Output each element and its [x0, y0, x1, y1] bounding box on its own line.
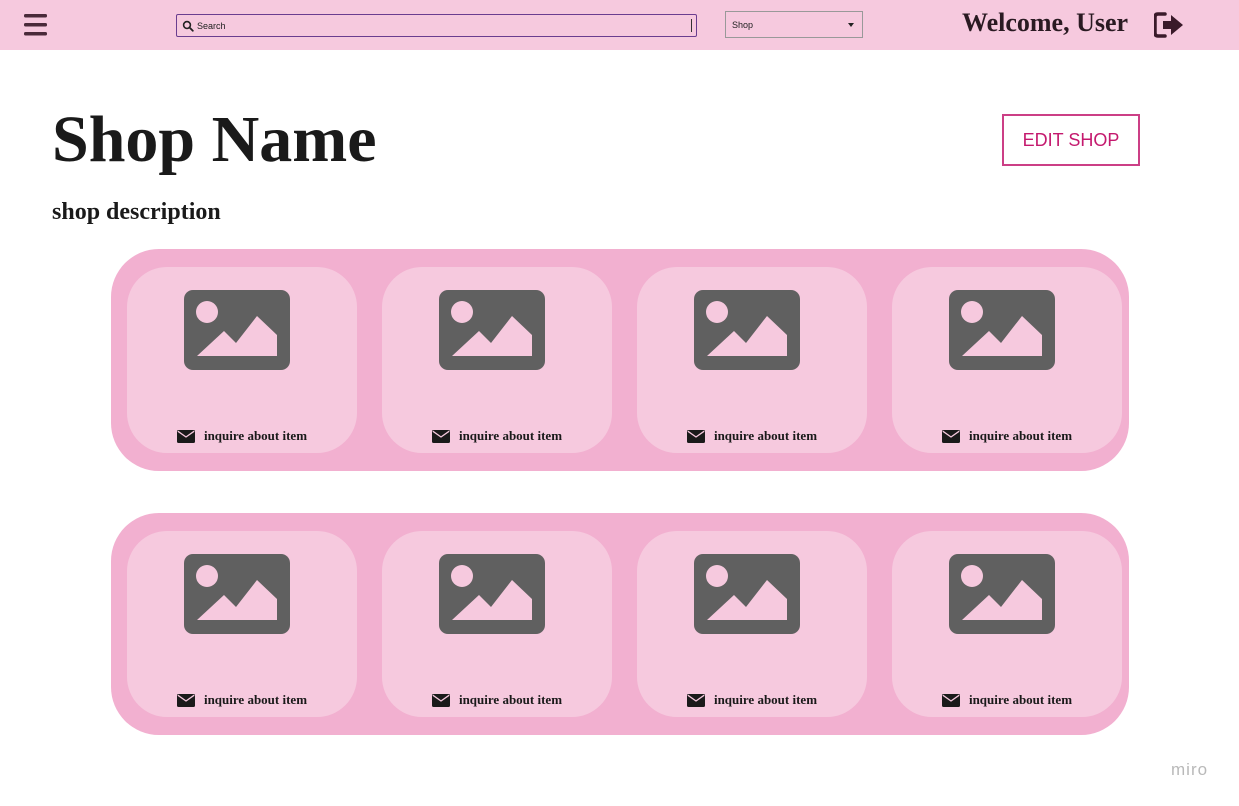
inquire-label: inquire about item [203, 692, 308, 707]
search-input[interactable] [197, 16, 687, 35]
inquire-link[interactable]: inquire about item [382, 427, 612, 445]
item-card[interactable]: inquire about item [892, 531, 1122, 717]
search-icon [182, 20, 194, 32]
inquire-link[interactable]: inquire about item [382, 691, 612, 709]
image-placeholder-icon [694, 554, 800, 634]
item-card[interactable]: inquire about item [127, 267, 357, 453]
envelope-icon [431, 429, 450, 443]
inquire-label: inquire about item [458, 428, 563, 443]
caret-down-icon [848, 23, 854, 27]
inquire-link[interactable]: inquire about item [127, 427, 357, 445]
inquire-link[interactable]: inquire about item [637, 427, 867, 445]
search-bar[interactable] [176, 14, 697, 37]
inquire-link[interactable]: inquire about item [892, 691, 1122, 709]
inquire-link[interactable]: inquire about item [637, 691, 867, 709]
envelope-icon [686, 429, 705, 443]
inquire-label: inquire about item [458, 692, 563, 707]
inquire-label: inquire about item [968, 692, 1073, 707]
sign-out-icon[interactable] [1154, 12, 1184, 38]
item-card[interactable]: inquire about item [382, 267, 612, 453]
envelope-icon [941, 693, 960, 707]
envelope-icon [176, 693, 195, 707]
inquire-label: inquire about item [968, 428, 1073, 443]
envelope-icon [941, 429, 960, 443]
image-placeholder-icon [184, 554, 290, 634]
shop-description: shop description [52, 199, 221, 225]
image-placeholder-icon [949, 554, 1055, 634]
category-select[interactable]: Shop [725, 11, 863, 38]
shop-name-title: Shop Name [52, 103, 377, 176]
text-cursor [691, 19, 692, 32]
envelope-icon [431, 693, 450, 707]
inquire-link[interactable]: inquire about item [127, 691, 357, 709]
envelope-icon [176, 429, 195, 443]
image-placeholder-icon [439, 554, 545, 634]
item-row: inquire about item inquire about item in… [111, 513, 1129, 735]
item-card[interactable]: inquire about item [382, 531, 612, 717]
welcome-text: Welcome, User [962, 8, 1129, 37]
inquire-label: inquire about item [713, 692, 818, 707]
image-placeholder-icon [184, 290, 290, 370]
item-card[interactable]: inquire about item [637, 531, 867, 717]
item-card[interactable]: inquire about item [637, 267, 867, 453]
image-placeholder-icon [949, 290, 1055, 370]
inquire-label: inquire about item [713, 428, 818, 443]
inquire-label: inquire about item [203, 428, 308, 443]
image-placeholder-icon [694, 290, 800, 370]
item-card[interactable]: inquire about item [127, 531, 357, 717]
image-placeholder-icon [439, 290, 545, 370]
category-select-value: Shop [732, 19, 754, 30]
top-bar: Shop Welcome, User [0, 0, 1239, 50]
item-row: inquire about item inquire about item in… [111, 249, 1129, 471]
item-card[interactable]: inquire about item [892, 267, 1122, 453]
inquire-link[interactable]: inquire about item [892, 427, 1122, 445]
miro-watermark: miro [1171, 760, 1209, 779]
hamburger-menu-icon[interactable] [24, 13, 48, 37]
edit-shop-button[interactable]: EDIT SHOP [1002, 114, 1140, 166]
envelope-icon [686, 693, 705, 707]
